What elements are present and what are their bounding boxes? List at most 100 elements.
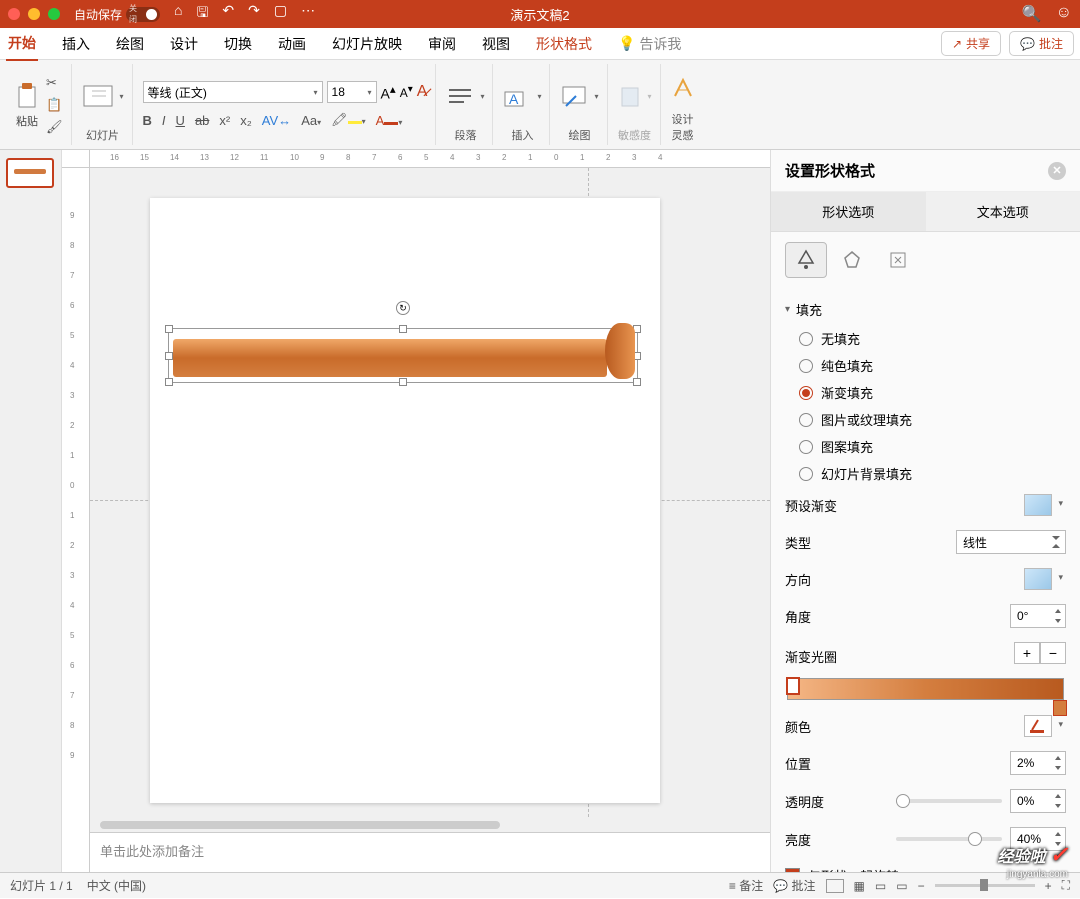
touch-mode-icon[interactable]: ▢ (274, 2, 287, 26)
font-color-button[interactable]: A▾ (376, 113, 403, 128)
direction-dropdown[interactable] (1024, 568, 1066, 590)
chevron-down-icon[interactable]: ▾ (120, 92, 124, 101)
decrease-font-icon[interactable]: A▾ (400, 84, 413, 100)
redo-icon[interactable]: ↷ (248, 2, 260, 26)
resize-handle-se[interactable] (633, 378, 641, 386)
copy-icon[interactable]: 📋 (46, 97, 63, 113)
change-case-button[interactable]: Aa▾ (301, 113, 321, 128)
radio-no-fill[interactable]: 无填充 (785, 325, 1066, 352)
bold-button[interactable]: B (143, 113, 152, 128)
add-gradient-stop-button[interactable]: + (1014, 642, 1040, 664)
radio-gradient-fill[interactable]: 渐变填充 (785, 379, 1066, 406)
drawing-button[interactable] (560, 84, 588, 110)
maximize-window-icon[interactable] (48, 8, 60, 20)
notes-toggle[interactable]: ≡ 备注 (729, 877, 763, 894)
canvas-background[interactable]: ↻ (90, 168, 770, 832)
zoom-out-icon[interactable]: − (918, 879, 925, 893)
scroll-shape[interactable] (173, 339, 607, 377)
slide-counter[interactable]: 幻灯片 1 / 1 (10, 877, 73, 894)
save-icon[interactable]: 🖫 (196, 2, 208, 26)
gradient-stop-2[interactable] (1053, 700, 1067, 716)
gradient-bar[interactable] (787, 678, 1064, 700)
share-button[interactable]: ↗ 共享 (941, 31, 1001, 56)
account-icon[interactable]: ☺ (1056, 4, 1072, 24)
pane-tab-shape-options[interactable]: 形状选项 (771, 192, 926, 231)
resize-handle-n[interactable] (399, 325, 407, 333)
remove-gradient-stop-button[interactable]: − (1040, 642, 1066, 664)
subscript-button[interactable]: x₂ (240, 113, 252, 128)
minimize-window-icon[interactable] (28, 8, 40, 20)
tab-draw[interactable]: 绘图 (114, 28, 146, 60)
insert-button[interactable]: A (503, 84, 531, 110)
transparency-spinner[interactable]: 0% (1010, 789, 1066, 813)
autosave-toggle[interactable]: 自动保存 关闭 (74, 6, 160, 23)
radio-pattern-fill[interactable]: 图案填充 (785, 433, 1066, 460)
tab-review[interactable]: 审阅 (426, 28, 458, 60)
gradient-type-select[interactable]: 线性 (956, 530, 1066, 554)
tab-tell-me[interactable]: 💡 告诉我 (616, 28, 683, 60)
pane-tab-text-options[interactable]: 文本选项 (926, 192, 1080, 231)
tab-animation[interactable]: 动画 (276, 28, 308, 60)
superscript-button[interactable]: x² (219, 113, 230, 128)
angle-spinner[interactable]: 0° (1010, 604, 1066, 628)
font-size-combo[interactable]: 18▾ (327, 81, 377, 103)
zoom-in-icon[interactable]: + (1045, 879, 1052, 893)
resize-handle-nw[interactable] (165, 325, 173, 333)
brightness-slider[interactable] (896, 837, 1002, 841)
tab-view[interactable]: 视图 (480, 28, 512, 60)
resize-handle-sw[interactable] (165, 378, 173, 386)
more-icon[interactable]: ⋯ (301, 2, 315, 26)
clear-format-icon[interactable]: A̷ (417, 83, 428, 101)
tab-home[interactable]: 开始 (6, 27, 38, 61)
paragraph-button[interactable] (446, 86, 474, 108)
radio-solid-fill[interactable]: 纯色填充 (785, 352, 1066, 379)
design-ideas-button[interactable] (671, 76, 695, 102)
effects-icon[interactable] (831, 242, 873, 278)
new-slide-button[interactable] (82, 84, 114, 110)
comments-button[interactable]: 💬 批注 (1009, 31, 1074, 56)
tab-slideshow[interactable]: 幻灯片放映 (330, 28, 404, 60)
tab-design[interactable]: 设计 (168, 28, 200, 60)
zoom-slider[interactable] (935, 884, 1035, 887)
language-indicator[interactable]: 中文 (中国) (87, 877, 146, 894)
notes-pane[interactable]: 单击此处添加备注 (90, 832, 770, 872)
paste-button[interactable]: 粘贴 (14, 81, 40, 129)
scrollbar-thumb[interactable] (100, 821, 500, 829)
highlight-button[interactable]: 🖍▾ (331, 112, 366, 128)
stop-color-dropdown[interactable] (1024, 715, 1066, 737)
preset-gradient-dropdown[interactable] (1024, 494, 1066, 516)
toggle-switch[interactable]: 关闭 (126, 7, 160, 22)
resize-handle-w[interactable] (165, 352, 173, 360)
rotation-handle-icon[interactable]: ↻ (396, 301, 410, 315)
normal-view-icon[interactable] (826, 879, 844, 893)
shape-selection[interactable]: ↻ (168, 328, 638, 383)
gradient-stop-1[interactable] (786, 677, 800, 695)
tab-shape-format[interactable]: 形状格式 (534, 28, 594, 60)
transparency-slider[interactable] (896, 799, 1002, 803)
fit-to-window-icon[interactable]: ⛶ (1062, 878, 1070, 893)
radio-slide-bg-fill[interactable]: 幻灯片背景填充 (785, 460, 1066, 487)
comments-toggle[interactable]: 💬 批注 (773, 877, 815, 894)
italic-button[interactable]: I (162, 113, 166, 128)
undo-icon[interactable]: ↶ (222, 2, 234, 26)
close-pane-icon[interactable]: ✕ (1048, 162, 1066, 180)
underline-button[interactable]: U (176, 113, 185, 128)
char-spacing-button[interactable]: AV↔ (262, 113, 291, 128)
increase-font-icon[interactable]: A▴ (381, 82, 396, 102)
tab-transition[interactable]: 切换 (222, 28, 254, 60)
search-icon[interactable]: 🔍 (1022, 4, 1042, 24)
home-icon[interactable]: ⌂ (174, 2, 182, 26)
font-name-combo[interactable]: 等线 (正文)▾ (143, 81, 323, 103)
fill-line-icon[interactable] (785, 242, 827, 278)
slide-canvas[interactable]: ↻ (150, 198, 660, 803)
reading-view-icon[interactable]: ▭ (875, 879, 886, 893)
size-properties-icon[interactable] (877, 242, 919, 278)
strike-button[interactable]: ab (195, 113, 209, 128)
sorter-view-icon[interactable]: ▦ (854, 879, 865, 893)
resize-handle-s[interactable] (399, 378, 407, 386)
slideshow-view-icon[interactable]: ▭ (896, 879, 907, 893)
tab-insert[interactable]: 插入 (60, 28, 92, 60)
cut-icon[interactable]: ✂ (46, 75, 63, 91)
radio-picture-fill[interactable]: 图片或纹理填充 (785, 406, 1066, 433)
close-window-icon[interactable] (8, 8, 20, 20)
